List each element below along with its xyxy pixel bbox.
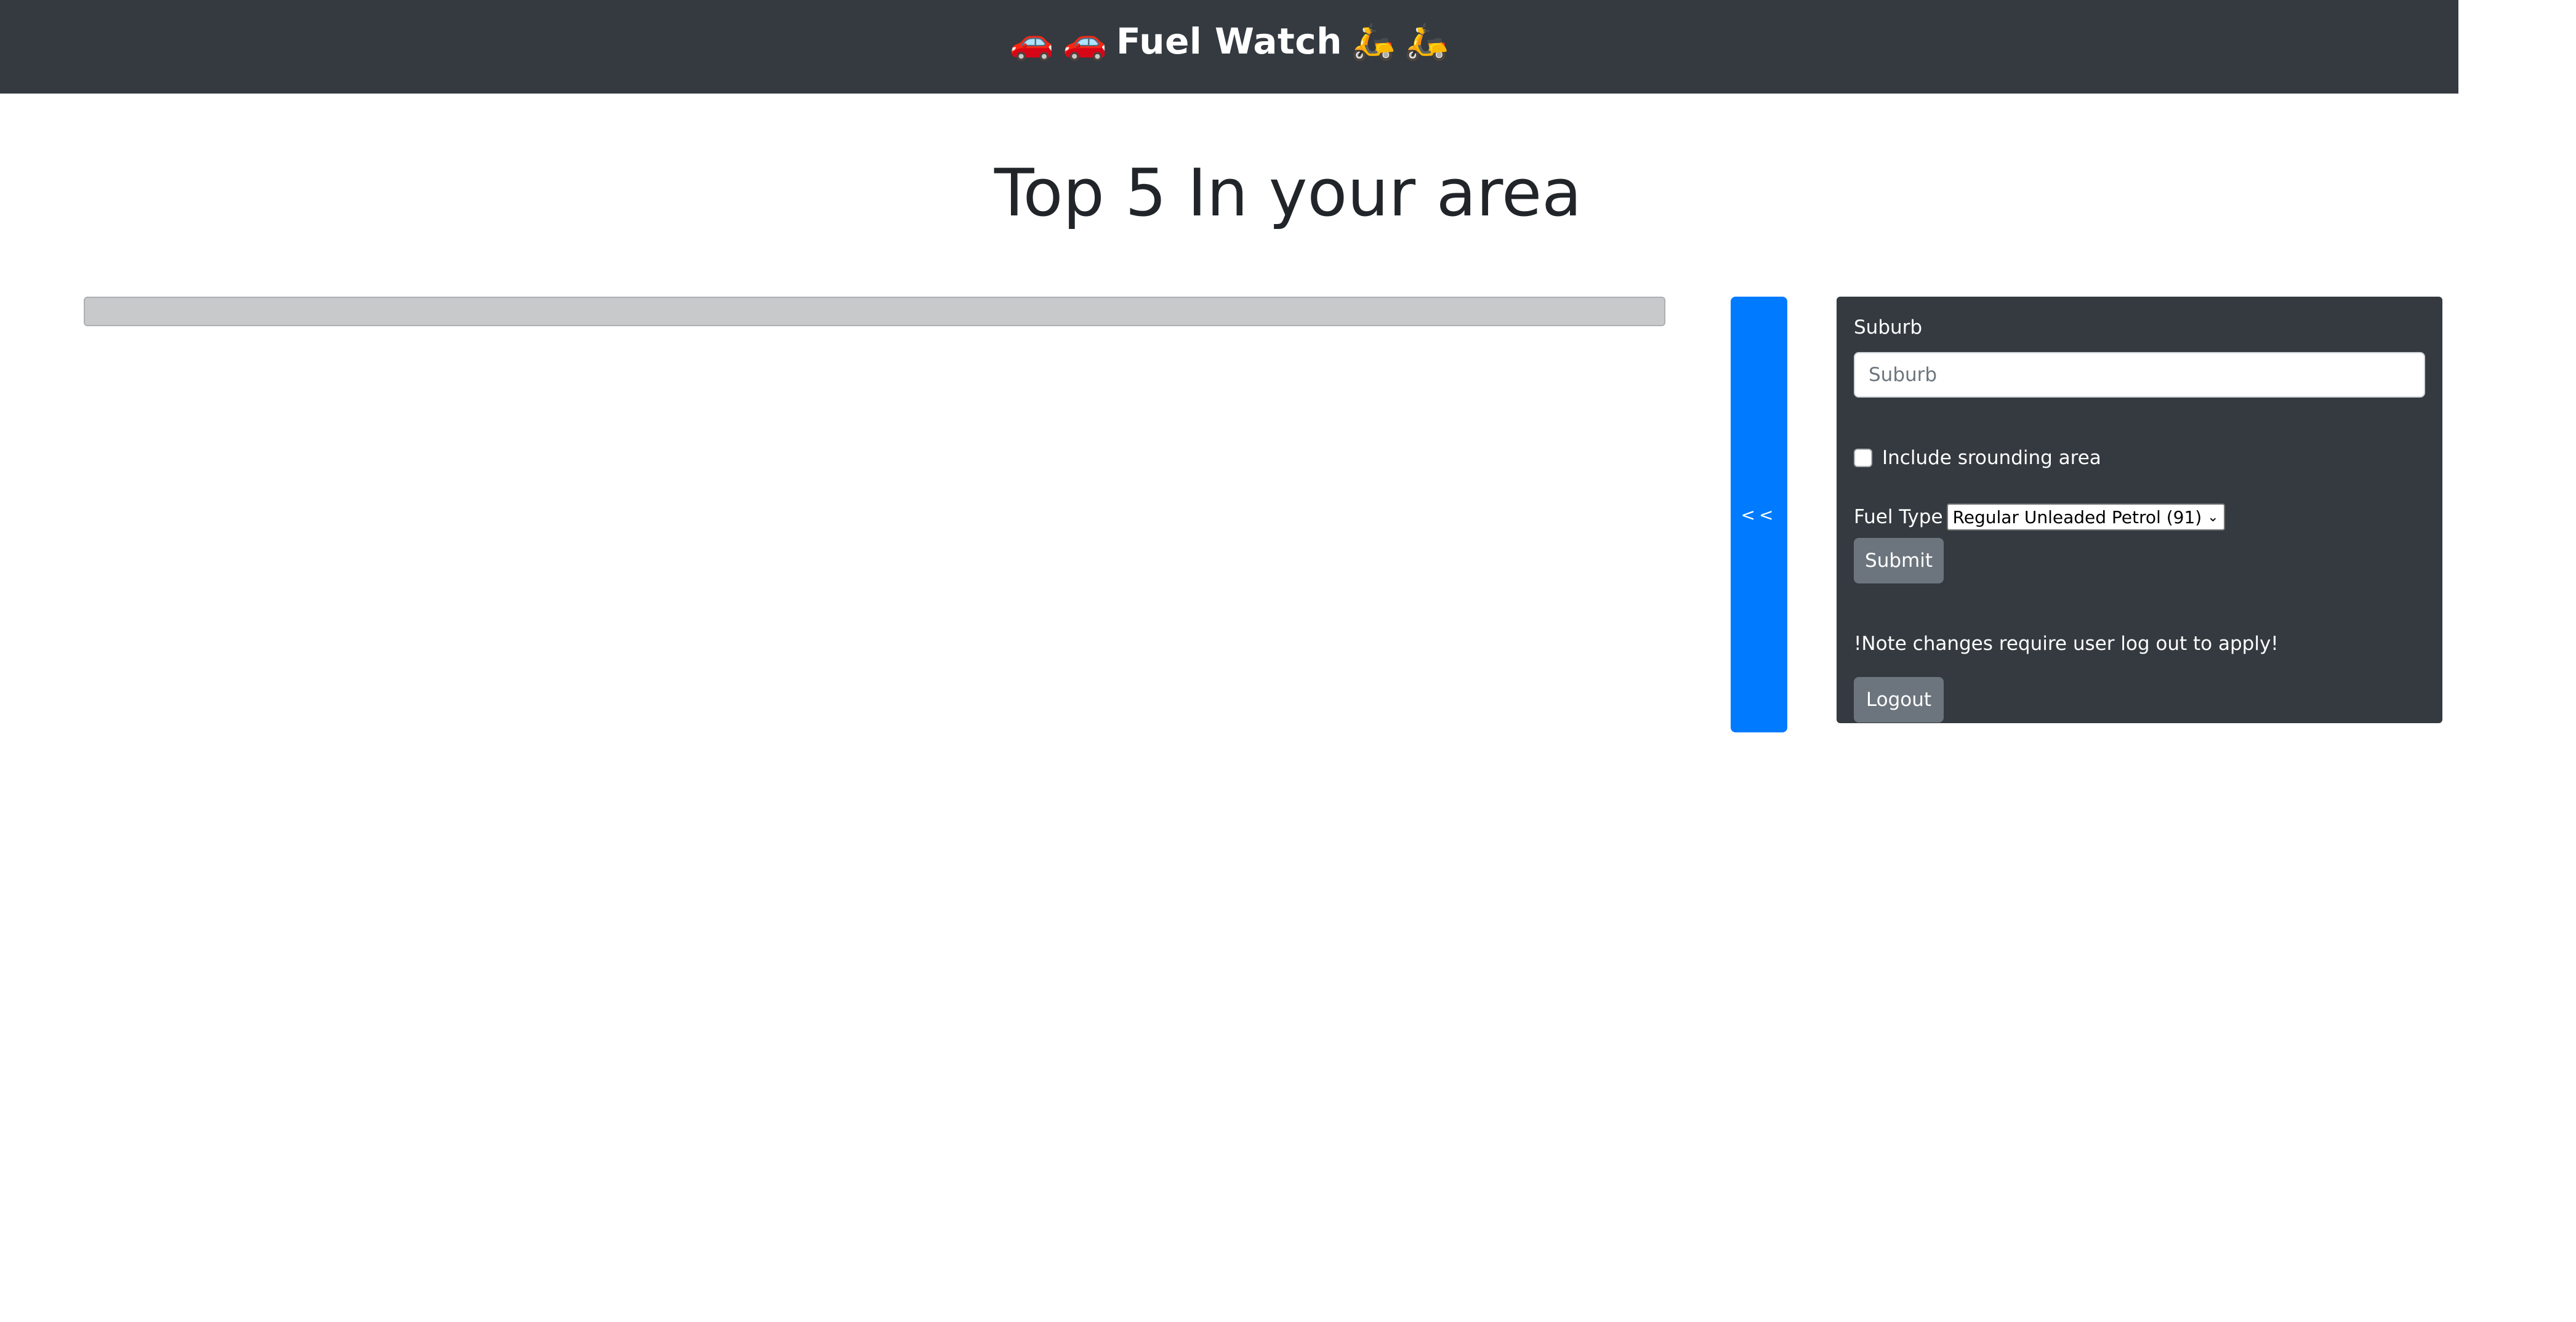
settings-panel: Suburb Include srounding area Fuel Type … xyxy=(1837,297,2442,723)
brand[interactable]: 🚗 🚗 Fuel Watch 🛵 🛵 xyxy=(1010,20,1449,62)
navbar: 🚗 🚗 Fuel Watch 🛵 🛵 xyxy=(0,0,2458,94)
logout-button[interactable]: Logout xyxy=(1854,677,1944,723)
chevron-down-icon: ⌄ xyxy=(2207,509,2219,525)
include-surrounding-row: Include srounding area xyxy=(1854,447,2101,469)
fuel-type-row: Fuel Type Regular Unleaded Petrol (91) ⌄ xyxy=(1854,503,2225,531)
submit-button[interactable]: Submit xyxy=(1854,538,1944,583)
suburb-input[interactable] xyxy=(1854,352,2425,398)
include-surrounding-checkbox[interactable] xyxy=(1854,449,1872,467)
scooter-icon: 🛵 xyxy=(1350,20,1396,62)
loading-bar xyxy=(84,297,1665,326)
car-icon: 🚗 xyxy=(1009,20,1055,62)
brand-title: Fuel Watch xyxy=(1116,20,1342,62)
include-surrounding-label[interactable]: Include srounding area xyxy=(1882,447,2101,469)
logout-note: !Note changes require user log out to ap… xyxy=(1854,633,2279,655)
fuel-type-select[interactable]: Regular Unleaded Petrol (91) ⌄ xyxy=(1946,503,2225,531)
scooter-icon: 🛵 xyxy=(1404,20,1449,62)
collapse-panel-button[interactable]: << xyxy=(1731,297,1787,732)
car-icon: 🚗 xyxy=(1063,20,1108,62)
fuel-type-label: Fuel Type xyxy=(1854,506,1943,528)
suburb-label: Suburb xyxy=(1854,316,1923,339)
page-title: Top 5 In your area xyxy=(994,155,1582,231)
fuel-type-selected-value: Regular Unleaded Petrol (91) xyxy=(1952,507,2202,527)
